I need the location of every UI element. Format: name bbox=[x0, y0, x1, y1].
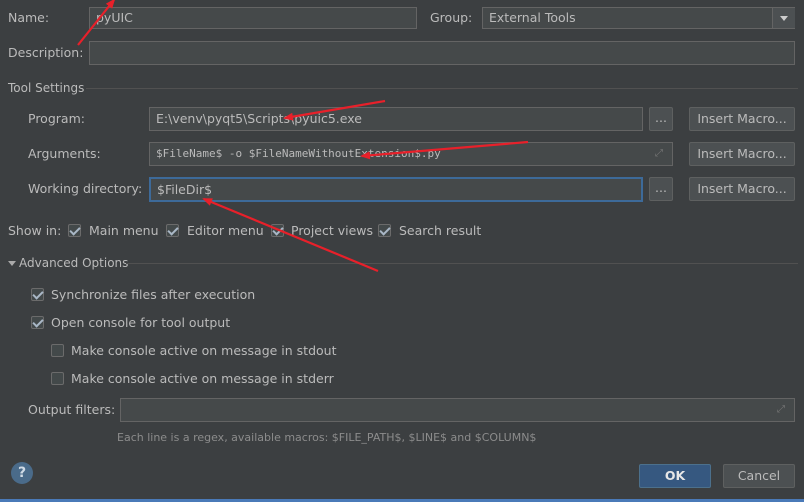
arrow-to-program bbox=[283, 99, 386, 121]
arrow-to-working-directory bbox=[202, 197, 379, 273]
annotation-arrows bbox=[77, 0, 529, 273]
arrow-to-arguments bbox=[360, 140, 529, 160]
arrow-to-name bbox=[77, 0, 116, 46]
